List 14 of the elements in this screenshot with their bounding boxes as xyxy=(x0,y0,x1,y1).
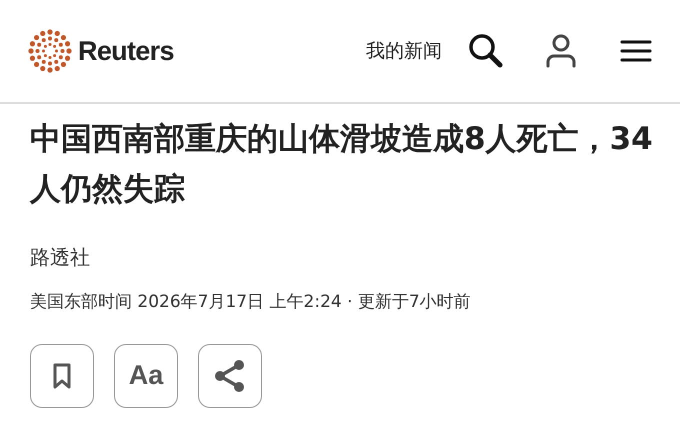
share-icon xyxy=(213,358,247,392)
user-icon[interactable] xyxy=(546,34,576,68)
byline[interactable]: 路透社 xyxy=(30,242,650,272)
text-size-button[interactable]: Aa xyxy=(114,344,178,408)
headline: 中国西南部重庆的山体滑坡造成8人死亡，34人仍然失踪 xyxy=(30,120,654,209)
search-icon[interactable] xyxy=(468,33,504,69)
menu-icon[interactable] xyxy=(620,39,652,63)
brand-name[interactable]: Reuters xyxy=(78,30,174,72)
timestamp: 美国东部时间 2026年7月17日 上午2:24 · 更新于7小时前 xyxy=(30,291,472,314)
share-button[interactable] xyxy=(198,344,262,408)
bookmark-button[interactable] xyxy=(30,344,94,408)
bookmark-icon xyxy=(52,362,72,390)
logo-icon xyxy=(28,29,72,73)
my-news-link[interactable]: 我的新闻 xyxy=(366,36,442,66)
